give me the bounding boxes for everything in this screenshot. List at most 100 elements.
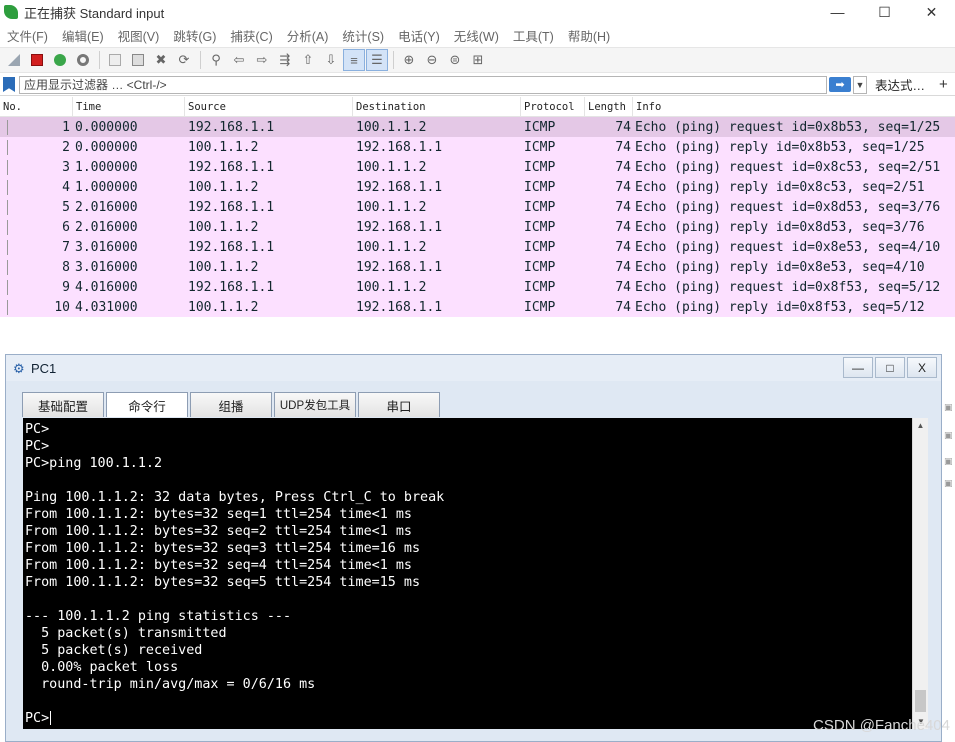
packet-info: Echo (ping) request id=0x8e53, seq=4/10 [635, 239, 941, 255]
menu-tools[interactable]: 工具(T) [506, 26, 561, 45]
packet-destination: 192.168.1.1 [356, 179, 443, 195]
pc1-window: ⚙ PC1 — □ X 基础配置 命令行 组播 UDP发包工具 串口 PC> PC… [5, 354, 942, 742]
add-filter-button[interactable]: + [939, 76, 948, 93]
edge-icon: ▣ [944, 456, 953, 466]
menu-statistics[interactable]: 统计(S) [335, 26, 391, 45]
related-packet-line-icon [7, 279, 8, 295]
autoscroll-icon[interactable]: ≡ [343, 49, 365, 71]
column-header-protocol[interactable]: Protocol [521, 96, 585, 117]
column-header-no[interactable]: No. [0, 96, 73, 117]
pc1-minimize-button[interactable]: — [843, 357, 873, 378]
menu-help[interactable]: 帮助(H) [561, 26, 617, 45]
packet-info: Echo (ping) request id=0x8d53, seq=3/76 [635, 199, 941, 215]
scroll-up-icon[interactable]: ▲ [913, 418, 928, 433]
menu-view[interactable]: 视图(V) [111, 26, 167, 45]
menu-capture[interactable]: 捕获(C) [223, 26, 279, 45]
go-first-packet-icon[interactable]: ⇧ [297, 49, 319, 71]
packet-time: 1.000000 [75, 179, 138, 195]
pc1-close-button[interactable]: X [907, 357, 937, 378]
related-packet-line-icon [7, 119, 8, 135]
packet-row[interactable]: 5 2.016000 192.168.1.1 100.1.1.2 ICMP 74 Echo … [0, 197, 955, 217]
start-capture-icon[interactable] [3, 49, 25, 71]
terminal-line: 5 packet(s) transmitted [25, 626, 227, 641]
menubar: 文件(F) 编辑(E) 视图(V) 跳转(G) 捕获(C) 分析(A) 统计(S… [0, 24, 955, 46]
column-header-time[interactable]: Time [73, 96, 185, 117]
packet-no: 5 [0, 199, 73, 215]
packet-row[interactable]: 1 0.000000 192.168.1.1 100.1.1.2 ICMP 74 Echo … [0, 117, 955, 137]
reload-file-icon[interactable]: ⟳ [173, 49, 195, 71]
save-file-icon[interactable] [127, 49, 149, 71]
find-packet-icon[interactable]: ⚲ [205, 49, 227, 71]
watermark: CSDN @Fanche404 [813, 717, 950, 734]
zoom-in-icon[interactable]: ⊕ [398, 49, 420, 71]
terminal-line: 5 packet(s) received [25, 643, 203, 658]
scrollbar-thumb[interactable] [915, 690, 926, 712]
terminal-line: From 100.1.1.2: bytes=32 seq=4 ttl=254 t… [25, 558, 412, 573]
colorize-icon[interactable]: ☰ [366, 49, 388, 71]
tab-multicast[interactable]: 组播 [190, 392, 272, 417]
open-file-icon[interactable] [104, 49, 126, 71]
wireshark-title-bar: 正在捕获 Standard input — ☐ ✕ [0, 0, 955, 24]
menu-telephony[interactable]: 电话(Y) [391, 26, 447, 45]
maximize-button[interactable]: ☐ [861, 0, 908, 24]
packet-row[interactable]: 6 2.016000 100.1.1.2 192.168.1.1 ICMP 74 Echo … [0, 217, 955, 237]
tab-command-line[interactable]: 命令行 [106, 392, 188, 417]
packet-length: 74 [615, 159, 631, 175]
menu-go[interactable]: 跳转(G) [166, 26, 223, 45]
display-filter-input[interactable]: 应用显示过滤器 … <Ctrl-/> [19, 75, 827, 94]
bookmark-icon[interactable] [3, 77, 15, 92]
column-header-length[interactable]: Length [585, 96, 633, 117]
packet-row[interactable]: 2 0.000000 100.1.1.2 192.168.1.1 ICMP 74 Echo … [0, 137, 955, 157]
apply-filter-arrow-icon[interactable]: ➡ [829, 77, 851, 92]
packet-no: 1 [0, 119, 73, 135]
filter-dropdown-chevron-icon[interactable]: ▼ [853, 75, 867, 94]
screen: 正在捕获 Standard input — ☐ ✕ 文件(F) 编辑(E) 视图… [0, 0, 955, 742]
related-packet-line-icon [7, 179, 8, 195]
packet-row[interactable]: 4 1.000000 100.1.1.2 192.168.1.1 ICMP 74 Echo … [0, 177, 955, 197]
terminal-line: From 100.1.1.2: bytes=32 seq=3 ttl=254 t… [25, 541, 421, 556]
packet-row[interactable]: 8 3.016000 100.1.1.2 192.168.1.1 ICMP 74 Echo … [0, 257, 955, 277]
go-back-icon[interactable]: ⇦ [228, 49, 250, 71]
expression-button[interactable]: 表达式… [875, 75, 925, 94]
terminal-scrollbar[interactable]: ▲ ▼ [912, 418, 928, 729]
packet-row[interactable]: 3 1.000000 192.168.1.1 100.1.1.2 ICMP 74 Echo … [0, 157, 955, 177]
go-last-packet-icon[interactable]: ⇩ [320, 49, 342, 71]
packet-destination: 192.168.1.1 [356, 139, 443, 155]
column-header-destination[interactable]: Destination [353, 96, 521, 117]
zoom-reset-icon[interactable]: ⊜ [444, 49, 466, 71]
go-forward-icon[interactable]: ⇨ [251, 49, 273, 71]
packet-no: 10 [0, 299, 73, 315]
related-packet-line-icon [7, 139, 8, 155]
restart-capture-icon[interactable] [49, 49, 71, 71]
menu-wireless[interactable]: 无线(W) [447, 26, 506, 45]
packet-time: 4.016000 [75, 279, 138, 295]
go-to-packet-icon[interactable]: ⇶ [274, 49, 296, 71]
menu-file[interactable]: 文件(F) [0, 26, 55, 45]
menu-edit[interactable]: 编辑(E) [55, 26, 111, 45]
display-filter-bar: 应用显示过滤器 … <Ctrl-/> ➡ ▼ 表达式… + [0, 74, 955, 96]
tab-serial[interactable]: 串口 [358, 392, 440, 417]
packet-row[interactable]: 10 4.031000 100.1.1.2 192.168.1.1 ICMP 74 Echo… [0, 297, 955, 317]
packet-no-text: 7 [62, 239, 70, 255]
packet-row[interactable]: 9 4.016000 192.168.1.1 100.1.1.2 ICMP 74 Echo … [0, 277, 955, 297]
packet-time: 1.000000 [75, 159, 138, 175]
column-header-info[interactable]: Info [633, 97, 955, 117]
command-line-terminal[interactable]: PC> PC> PC>ping 100.1.1.2 Ping 100.1.1.2: 3… [23, 418, 912, 729]
resize-columns-icon[interactable]: ⊞ [467, 49, 489, 71]
packet-length: 74 [615, 139, 631, 155]
close-button[interactable]: ✕ [908, 0, 955, 24]
capture-options-icon[interactable] [72, 49, 94, 71]
tab-basic-config[interactable]: 基础配置 [22, 392, 104, 417]
terminal-line: PC> [25, 422, 50, 437]
stop-capture-icon[interactable] [26, 49, 48, 71]
minimize-button[interactable]: — [814, 0, 861, 24]
terminal-line: From 100.1.1.2: bytes=32 seq=2 ttl=254 t… [25, 524, 412, 539]
tab-udp-tool[interactable]: UDP发包工具 [274, 392, 356, 417]
packet-row[interactable]: 7 3.016000 192.168.1.1 100.1.1.2 ICMP 74 Echo … [0, 237, 955, 257]
pc1-maximize-button[interactable]: □ [875, 357, 905, 378]
menu-analyze[interactable]: 分析(A) [280, 26, 336, 45]
column-header-source[interactable]: Source [185, 96, 353, 117]
close-file-icon[interactable]: ✖ [150, 49, 172, 71]
packet-list: No. Time Source Destination Protocol Len… [0, 96, 955, 319]
zoom-out-icon[interactable]: ⊖ [421, 49, 443, 71]
